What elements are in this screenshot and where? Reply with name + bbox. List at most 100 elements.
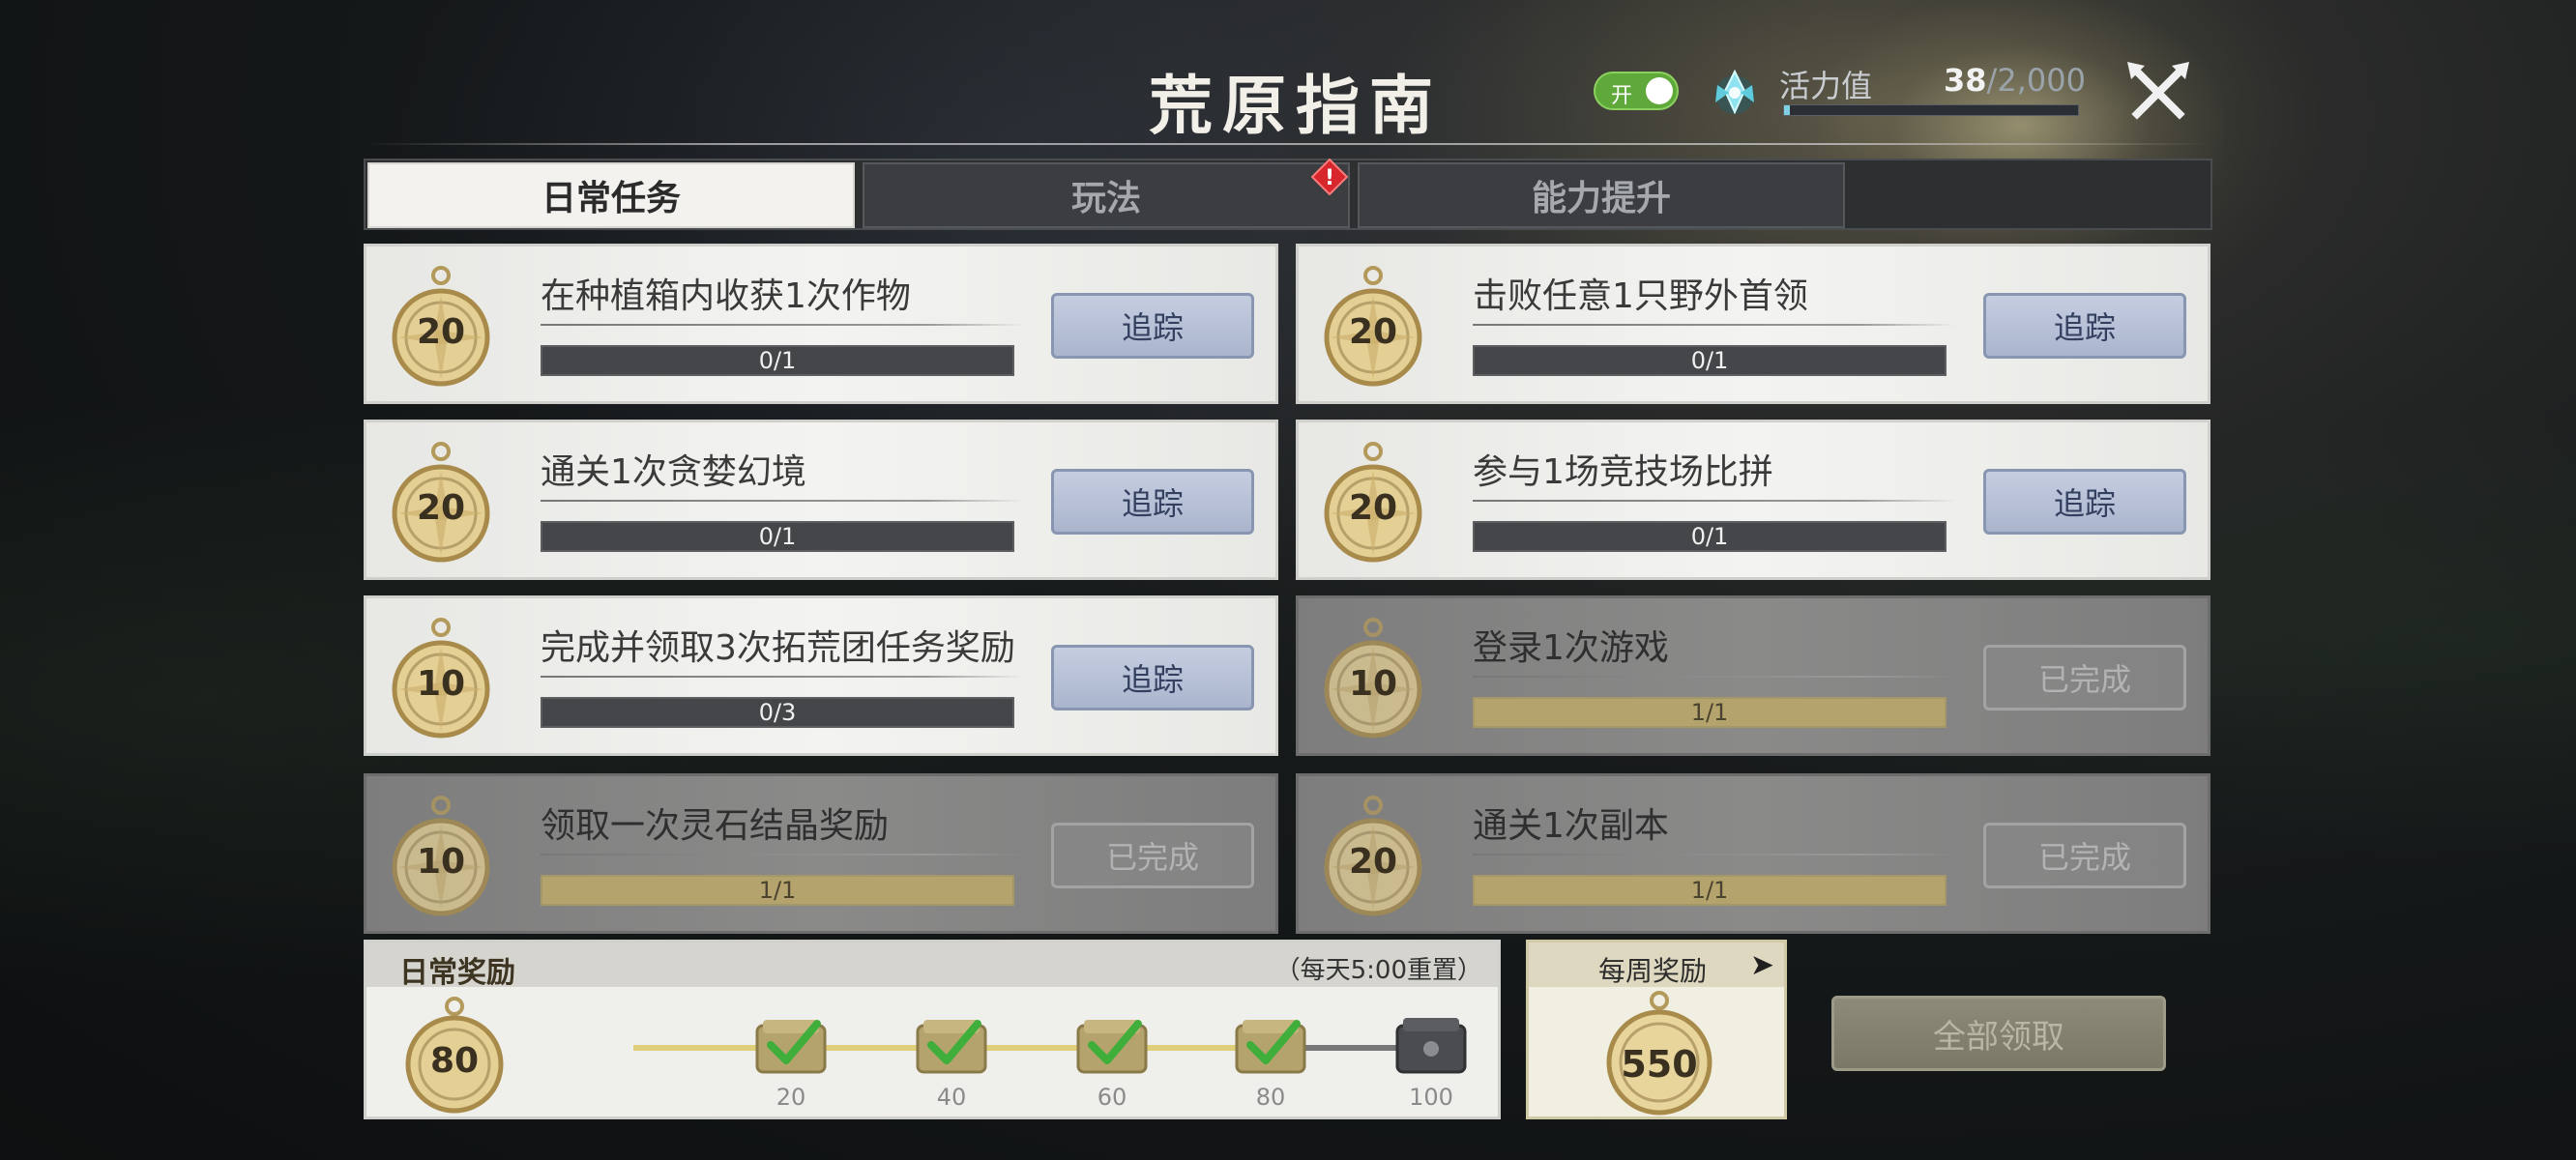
task-progress-text: 0/1	[758, 347, 797, 374]
task-title: 完成并领取3次拓荒团任务奖励	[541, 628, 1015, 668]
track-button[interactable]: 追踪	[1051, 469, 1254, 535]
task-card: 20 参与1场竞技场比拼 0/1 追踪	[1296, 420, 2210, 580]
task-progress-text: 1/1	[758, 877, 797, 904]
task-card: 20 通关1次贪婪幻境 0/1 追踪	[364, 420, 1278, 580]
completed-button: 已完成	[1051, 823, 1254, 888]
tab-label: 玩法	[1070, 179, 1141, 218]
auto-toggle[interactable]: 开	[1594, 72, 1679, 110]
milestone-label: 100	[1409, 1084, 1453, 1111]
task-card: 10 登录1次游戏 1/1 已完成	[1296, 595, 2210, 756]
tab-label: 能力提升	[1531, 179, 1671, 218]
task-points: 20	[1348, 312, 1398, 352]
daily-reset-note: （每天5:00重置）	[1274, 956, 1482, 985]
track-button[interactable]: 追踪	[1051, 293, 1254, 359]
milestone-label: 40	[936, 1084, 967, 1111]
track-button[interactable]: 追踪	[1983, 293, 2186, 359]
task-progress-text: 0/3	[758, 699, 797, 726]
chest-icon	[1076, 1020, 1148, 1074]
vitality-crystal-icon	[1715, 69, 1754, 115]
chest-icon	[755, 1020, 827, 1074]
tab-daily-tasks[interactable]: 日常任务	[367, 162, 855, 228]
title-divider	[364, 143, 2210, 145]
chest-claimed-icon[interactable]	[910, 1010, 993, 1082]
task-progress-text: 1/1	[1690, 699, 1729, 726]
track-button[interactable]: 追踪	[1983, 469, 2186, 535]
tab-gameplay[interactable]: 玩法 !	[863, 159, 1350, 228]
milestone-label: 80	[1255, 1084, 1286, 1111]
task-title: 击败任意1只野外首领	[1473, 276, 1808, 316]
task-divider	[1473, 324, 1956, 326]
track-button[interactable]: 追踪	[1051, 645, 1254, 710]
page-title: 荒原指南	[1149, 68, 1443, 143]
task-card: 10 领取一次灵石结晶奖励 1/1 已完成	[364, 773, 1278, 934]
chest-icon	[916, 1020, 987, 1074]
daily-reward-header: 日常奖励 （每天5:00重置）	[366, 942, 1498, 990]
task-points: 20	[416, 312, 466, 352]
task-points: 10	[416, 664, 466, 704]
completed-button: 已完成	[1983, 823, 2186, 888]
task-divider	[541, 324, 1024, 326]
svg-text:!: !	[1325, 166, 1334, 190]
chest-claimed-icon[interactable]	[749, 1010, 833, 1082]
toggle-label: 开	[1611, 84, 1633, 108]
vitality-label: 活力值	[1779, 68, 1873, 104]
task-progress-text: 0/1	[1690, 523, 1729, 550]
task-card: 20 击败任意1只野外首领 0/1 追踪	[1296, 244, 2210, 404]
task-title: 登录1次游戏	[1473, 628, 1669, 668]
tab-ability-upgrade[interactable]: 能力提升	[1358, 162, 1845, 228]
task-divider	[541, 500, 1024, 502]
task-progress-bar: 1/1	[1473, 697, 1947, 728]
task-points: 10	[1348, 664, 1398, 704]
task-progress-bar: 0/3	[541, 697, 1014, 728]
task-points: 20	[1348, 488, 1398, 528]
task-progress-bar: 1/1	[541, 875, 1014, 906]
daily-reward-title: 日常奖励	[399, 956, 515, 990]
task-divider	[541, 854, 1024, 856]
task-points: 20	[416, 488, 466, 528]
task-title: 通关1次副本	[1473, 806, 1669, 846]
chevron-right-icon[interactable]: ➤	[1750, 948, 1774, 982]
task-points: 10	[416, 842, 466, 882]
task-title: 参与1场竞技场比拼	[1473, 452, 1773, 492]
chest-claimed-icon[interactable]	[1229, 1010, 1312, 1082]
tab-bar: 日常任务 玩法 ! 能力提升	[364, 159, 2212, 230]
task-progress-bar: 0/1	[541, 345, 1014, 376]
task-progress-bar: 0/1	[1473, 521, 1947, 552]
claim-all-label: 全部领取	[1933, 1017, 2064, 1057]
toggle-knob	[1646, 77, 1673, 104]
weekly-reward-panel[interactable]: 每周奖励 ➤ 550	[1526, 940, 1787, 1119]
task-progress-text: 1/1	[1690, 877, 1729, 904]
claim-all-button[interactable]: 全部领取	[1831, 996, 2166, 1071]
vitality-current: 38	[1944, 62, 1987, 99]
task-divider	[1473, 500, 1956, 502]
daily-points: 80	[429, 1041, 480, 1081]
task-progress-bar: 0/1	[541, 521, 1014, 552]
close-icon[interactable]	[2123, 58, 2193, 128]
task-points: 20	[1348, 842, 1398, 882]
task-title: 通关1次贪婪幻境	[541, 452, 806, 492]
chest-icon	[1395, 1018, 1467, 1074]
weekly-points: 550	[1621, 1043, 1698, 1086]
task-progress-text: 0/1	[1690, 347, 1729, 374]
milestone-label: 60	[1097, 1084, 1127, 1111]
chest-icon	[1235, 1020, 1306, 1074]
chest-claimed-icon[interactable]	[1070, 1010, 1154, 1082]
task-card: 20 通关1次副本 1/1 已完成	[1296, 773, 2210, 934]
task-title: 在种植箱内收获1次作物	[541, 276, 911, 316]
task-card: 20 在种植箱内收获1次作物 0/1 追踪	[364, 244, 1278, 404]
task-progress-bar: 0/1	[1473, 345, 1947, 376]
vitality-value: 38/2,000	[1944, 62, 2086, 99]
task-card: 10 完成并领取3次拓荒团任务奖励 0/3 追踪	[364, 595, 1278, 756]
tab-label: 日常任务	[541, 179, 681, 218]
milestone-label: 20	[776, 1084, 806, 1111]
task-title: 领取一次灵石结晶奖励	[541, 806, 890, 846]
task-divider	[1473, 676, 1956, 678]
alert-badge-icon: !	[1311, 159, 1348, 195]
chest-locked-icon[interactable]	[1390, 1010, 1473, 1082]
completed-button: 已完成	[1983, 645, 2186, 710]
vitality-max: /2,000	[1986, 62, 2086, 99]
vitality-bar-fill	[1784, 105, 1790, 115]
task-divider	[541, 676, 1024, 678]
task-progress-text: 0/1	[758, 523, 797, 550]
task-divider	[1473, 854, 1956, 856]
